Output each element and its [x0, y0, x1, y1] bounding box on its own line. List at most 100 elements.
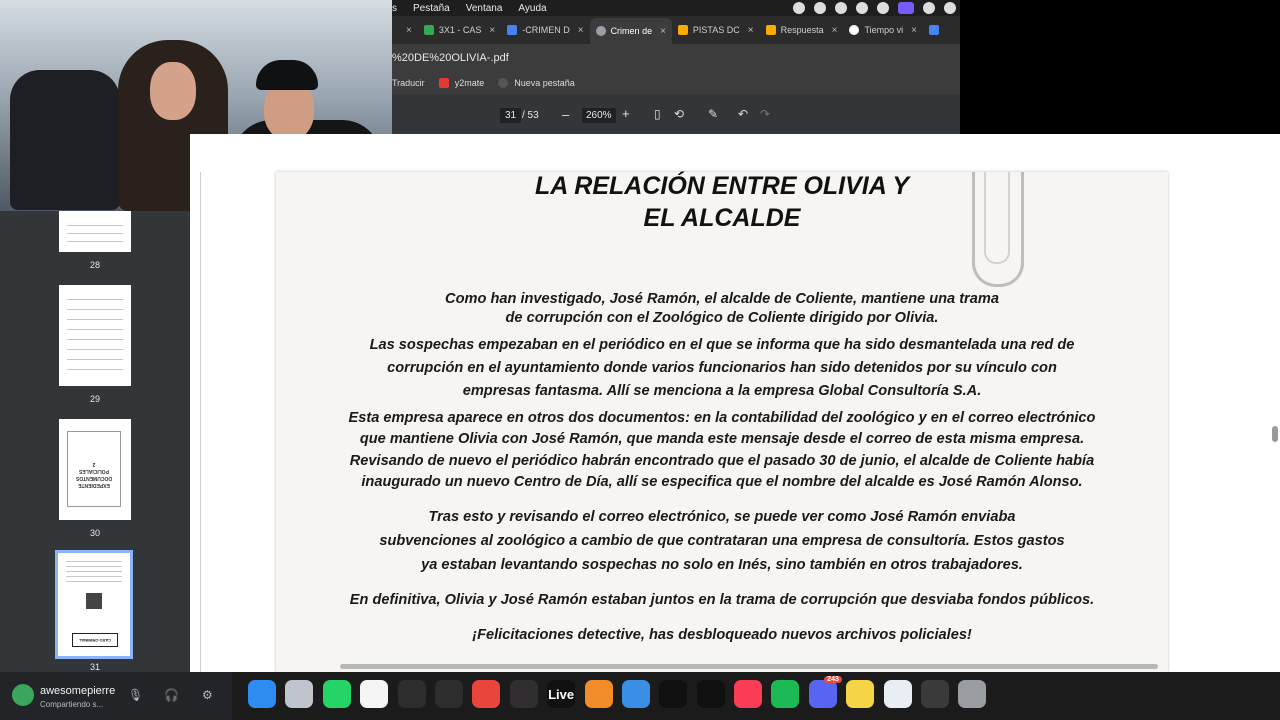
music-icon[interactable] [734, 680, 763, 708]
zoom-level-input[interactable]: 260% [582, 108, 616, 123]
bookmark-label: Nueva pestaña [514, 78, 575, 88]
url-text[interactable]: %20DE%20OLIVIA-.pdf [392, 52, 509, 64]
chrome-icon[interactable] [472, 680, 501, 708]
tray-target-icon[interactable] [877, 2, 889, 14]
thumbnail-number: 30 [89, 528, 100, 538]
macos-dock: Live 243 [248, 674, 1048, 714]
menu-bar-tray [793, 2, 956, 14]
cover-line: DOCUMENTOS [75, 475, 113, 481]
tab-5[interactable]: Respuesta × [760, 18, 844, 42]
menu-item-ventana[interactable]: Ventana [466, 3, 503, 14]
whatsapp-icon[interactable] [322, 680, 351, 708]
microphone-icon[interactable]: 🎙 [128, 688, 143, 702]
thumbnail-page-31-selected[interactable]: CASO CRIMINAL [55, 550, 133, 659]
discord-status: Compartiendo s... [40, 700, 104, 709]
mac-menu-bar: s Pestaña Ventana Ayuda [392, 0, 960, 16]
obs-icon[interactable] [509, 680, 538, 708]
thumbnail-page-30-cover: EXPEDIENTE DOCUMENTOS POLICIALES 2 [67, 431, 121, 507]
live-icon[interactable]: Live [547, 680, 576, 708]
tab-2[interactable]: -CRIMEN D × [501, 18, 589, 42]
tray-grid-icon[interactable] [856, 2, 868, 14]
gear-icon[interactable]: ⚙ [202, 688, 213, 702]
rotate-icon[interactable]: ⟲ [674, 107, 684, 121]
app-circle-1-icon[interactable] [397, 680, 426, 708]
undo-icon[interactable]: ↶ [738, 107, 748, 121]
streamer-right-cap [256, 60, 318, 90]
docs-yellow-icon [677, 25, 688, 35]
tab-close-icon[interactable]: × [660, 26, 666, 37]
tab-6[interactable]: Tiempo vi × [843, 18, 923, 42]
tray-screen-icon[interactable] [898, 2, 914, 14]
thumbnail-page-29[interactable] [59, 285, 131, 386]
tab-close-icon[interactable]: × [489, 25, 495, 36]
qr-code-icon [86, 593, 102, 609]
tray-cc-icon[interactable] [944, 2, 956, 14]
annotate-icon[interactable]: ✎ [708, 107, 718, 121]
document-title-line-2: EL ALCALDE [643, 204, 801, 232]
freeform-icon[interactable] [883, 680, 912, 708]
tab-label: PISTAS DC [692, 25, 740, 35]
notification-badge: 243 [824, 676, 842, 683]
zoom-in-button[interactable]: + [622, 106, 630, 121]
redo-icon[interactable]: ↷ [760, 107, 770, 121]
zoom-out-button[interactable]: – [562, 107, 569, 122]
thumbnail-number: 28 [89, 260, 100, 270]
viewer-divider [200, 172, 201, 672]
mixer-icon[interactable] [434, 680, 463, 708]
address-bar[interactable]: %20DE%20OLIVIA-.pdf [392, 44, 960, 72]
browser-tab-strip: × 3X1 - CAS × -CRIMEN D × Crimen de × PI… [392, 16, 960, 44]
tab-close-icon[interactable]: × [578, 25, 584, 36]
thumbnail-page-31-label: CASO CRIMINAL [72, 633, 118, 647]
streamer-left-face [150, 62, 196, 120]
tray-record-icon[interactable] [793, 2, 805, 14]
avatar[interactable] [12, 684, 34, 706]
bookmark-label: y2mate [454, 78, 485, 88]
tab-3-active[interactable]: Crimen de × [589, 18, 672, 44]
paragraph-5: En definitiva, Olivia y José Ramón estab… [349, 592, 1095, 608]
tray-sync-icon[interactable] [814, 2, 826, 14]
bookmark-y2mate[interactable]: y2mate [438, 78, 485, 88]
paragraph-4-line-2: subvenciones al zoológico a cambio de qu… [379, 533, 1065, 549]
paragraph-3-line-4: inaugurado un nuevo Centro de Día, allí … [361, 474, 1083, 490]
app-blue-icon[interactable] [621, 680, 650, 708]
tab-close-icon[interactable]: × [832, 25, 838, 36]
capcut-icon[interactable] [360, 680, 389, 708]
fit-page-icon[interactable]: ▯ [654, 107, 661, 121]
tray-eye-icon[interactable] [923, 2, 935, 14]
waveform-icon[interactable] [696, 680, 725, 708]
tab-0[interactable]: × [392, 18, 418, 42]
thumbnail-page-28[interactable] [59, 211, 131, 252]
trash-icon[interactable] [957, 680, 986, 708]
tab-1[interactable]: 3X1 - CAS × [418, 18, 501, 42]
horizontal-scrollbar[interactable] [340, 664, 1158, 669]
tray-bolt-icon[interactable] [835, 2, 847, 14]
tab-close-icon[interactable]: × [406, 25, 412, 36]
thumbnail-page-30[interactable]: EXPEDIENTE DOCUMENTOS POLICIALES 2 [59, 419, 131, 520]
finder-icon[interactable] [248, 680, 276, 708]
spotify-icon[interactable] [771, 680, 800, 708]
paragraph-3-line-3: Revisando de nuevo el periódico habrán e… [349, 453, 1095, 469]
paragraph-2-line-2: corrupción en el ayuntamiento donde vari… [387, 360, 1057, 376]
launchpad-icon[interactable] [285, 680, 314, 708]
menu-item-ayuda[interactable]: Ayuda [518, 3, 546, 14]
paragraph-2-line-3: empresas fantasma. Allí se menciona a la… [462, 383, 982, 399]
tab-close-icon[interactable]: × [911, 25, 917, 36]
bookmarks-bar: Traducir y2mate Nueva pestaña [392, 72, 960, 94]
discord-icon[interactable]: 243 [808, 676, 842, 708]
app-dark-icon[interactable] [920, 680, 949, 708]
bookmark-nueva-pestana[interactable]: Nueva pestaña [498, 78, 575, 88]
tab-4[interactable]: PISTAS DC × [672, 18, 760, 42]
discord-username[interactable]: awesomepierre [40, 685, 115, 697]
menu-item-pestana[interactable]: Pestaña [413, 3, 450, 14]
fl-studio-icon[interactable] [584, 680, 613, 708]
tidal-icon[interactable] [659, 680, 688, 708]
notes-icon[interactable] [846, 680, 875, 708]
paragraph-3-line-1: Esta empresa aparece en otros dos docume… [348, 410, 1096, 426]
page-number-input[interactable]: 31 [500, 108, 522, 123]
headphones-icon[interactable]: 🎧 [164, 688, 179, 702]
bookmark-traducir[interactable]: Traducir [392, 78, 425, 88]
vertical-scrollbar[interactable] [1272, 426, 1278, 442]
tab-close-icon[interactable]: × [748, 25, 754, 36]
menu-item-s[interactable]: s [392, 3, 397, 14]
tab-7[interactable] [923, 18, 950, 42]
